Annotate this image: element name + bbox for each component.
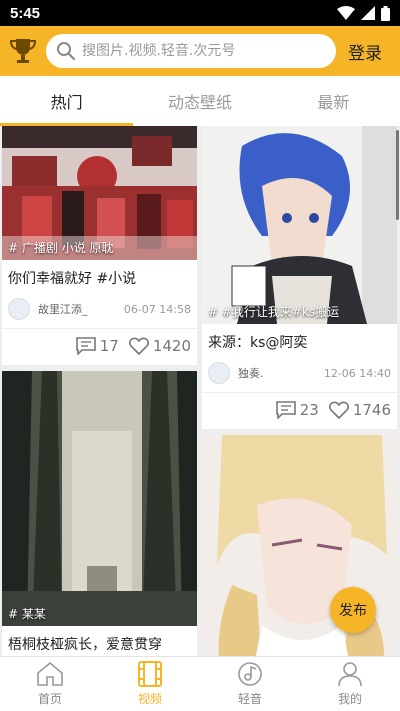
comment-button[interactable]: 17 bbox=[75, 337, 119, 355]
card-image[interactable]: # 某某 bbox=[2, 371, 197, 626]
post-date: 12-06 14:40 bbox=[323, 366, 391, 380]
nav-me-label: 我的 bbox=[337, 692, 362, 706]
top-bar: 登录 bbox=[0, 26, 400, 76]
comment-count: 23 bbox=[299, 401, 319, 419]
card-caption: 来源：ks@阿奕 bbox=[208, 335, 308, 351]
wifi-icon bbox=[337, 6, 355, 20]
card-tag: # 广播剧 小说 原耽 bbox=[8, 241, 114, 255]
feed-column-right: # #我行让我来#ks搬运 来源：ks@阿奕 独奏. 12-06 14:40 2… bbox=[202, 126, 397, 656]
film-icon bbox=[138, 661, 162, 687]
tab-hot[interactable]: 热门 bbox=[0, 76, 134, 126]
status-icons bbox=[337, 5, 390, 21]
card-meta: 故里江添_ 06-07 14:58 bbox=[2, 292, 197, 329]
card-caption: 你们幸福就好 #小说 bbox=[8, 271, 137, 287]
battery-icon bbox=[381, 5, 390, 21]
status-bar: 5:45 bbox=[0, 0, 400, 26]
feed-card[interactable]: # 广播剧 小说 原耽 你们幸福就好 #小说 故里江添_ 06-07 14:58… bbox=[2, 126, 197, 365]
author-name[interactable]: 故里江添_ bbox=[38, 301, 124, 317]
nav-video-label: 视频 bbox=[137, 692, 162, 706]
bottom-nav: 首页 视频 轻音 我的 bbox=[0, 656, 400, 711]
heart-icon bbox=[128, 337, 149, 355]
comment-button[interactable]: 23 bbox=[275, 401, 319, 419]
comment-icon bbox=[275, 401, 296, 419]
card-image[interactable]: # 广播剧 小说 原耽 bbox=[2, 126, 197, 260]
like-count: 1746 bbox=[352, 401, 391, 419]
nav-light-music-label: 轻音 bbox=[237, 692, 262, 706]
card-meta: 独奏. 12-06 14:40 bbox=[202, 356, 397, 393]
card-image[interactable]: # #我行让我来#ks搬运 bbox=[202, 126, 397, 324]
search-icon bbox=[57, 42, 76, 61]
post-date: 06-07 14:58 bbox=[123, 302, 191, 316]
card-tag: # #我行让我来#ks搬运 bbox=[208, 305, 340, 319]
avatar[interactable] bbox=[208, 362, 230, 384]
tab-latest[interactable]: 最新 bbox=[267, 76, 400, 126]
publish-button[interactable]: 发布 bbox=[330, 587, 376, 633]
scrollbar[interactable] bbox=[396, 130, 399, 220]
author-name[interactable]: 独奏. bbox=[238, 365, 324, 381]
trophy-icon[interactable] bbox=[0, 37, 46, 65]
status-time: 5:45 bbox=[10, 4, 41, 22]
search-box[interactable] bbox=[46, 34, 336, 68]
music-note-icon bbox=[238, 662, 262, 686]
signal-icon bbox=[361, 6, 375, 20]
nav-light-music[interactable]: 轻音 bbox=[200, 657, 300, 711]
card-tag: # 某某 bbox=[8, 607, 46, 621]
like-count: 1420 bbox=[152, 337, 191, 355]
like-button[interactable]: 1746 bbox=[328, 401, 391, 419]
avatar[interactable] bbox=[8, 298, 30, 320]
card-caption: 梧桐枝桠疯长，爱意贯穿 bbox=[8, 637, 162, 653]
nav-me[interactable]: 我的 bbox=[300, 657, 400, 711]
heart-icon bbox=[328, 401, 349, 419]
nav-home[interactable]: 首页 bbox=[0, 657, 100, 711]
card-stats: 23 1746 bbox=[202, 393, 397, 429]
tab-live-wallpaper[interactable]: 动态壁纸 bbox=[133, 76, 266, 126]
tab-bar: 热门 动态壁纸 最新 bbox=[0, 76, 400, 126]
feed-card[interactable]: # 某某 梧桐枝桠疯长，爱意贯穿 bbox=[2, 371, 197, 656]
nav-home-label: 首页 bbox=[37, 692, 62, 706]
card-stats: 17 1420 bbox=[2, 329, 197, 365]
feed-column-left: # 广播剧 小说 原耽 你们幸福就好 #小说 故里江添_ 06-07 14:58… bbox=[2, 126, 197, 656]
login-button[interactable]: 登录 bbox=[348, 39, 382, 64]
user-icon bbox=[338, 662, 362, 687]
search-input[interactable] bbox=[82, 43, 312, 59]
comment-icon bbox=[75, 337, 96, 355]
nav-video[interactable]: 视频 bbox=[100, 657, 200, 711]
feed-card[interactable]: # #我行让我来#ks搬运 来源：ks@阿奕 独奏. 12-06 14:40 2… bbox=[202, 126, 397, 429]
feed: # 广播剧 小说 原耽 你们幸福就好 #小说 故里江添_ 06-07 14:58… bbox=[0, 126, 400, 656]
like-button[interactable]: 1420 bbox=[128, 337, 191, 355]
home-icon bbox=[37, 661, 63, 686]
comment-count: 17 bbox=[99, 337, 119, 355]
